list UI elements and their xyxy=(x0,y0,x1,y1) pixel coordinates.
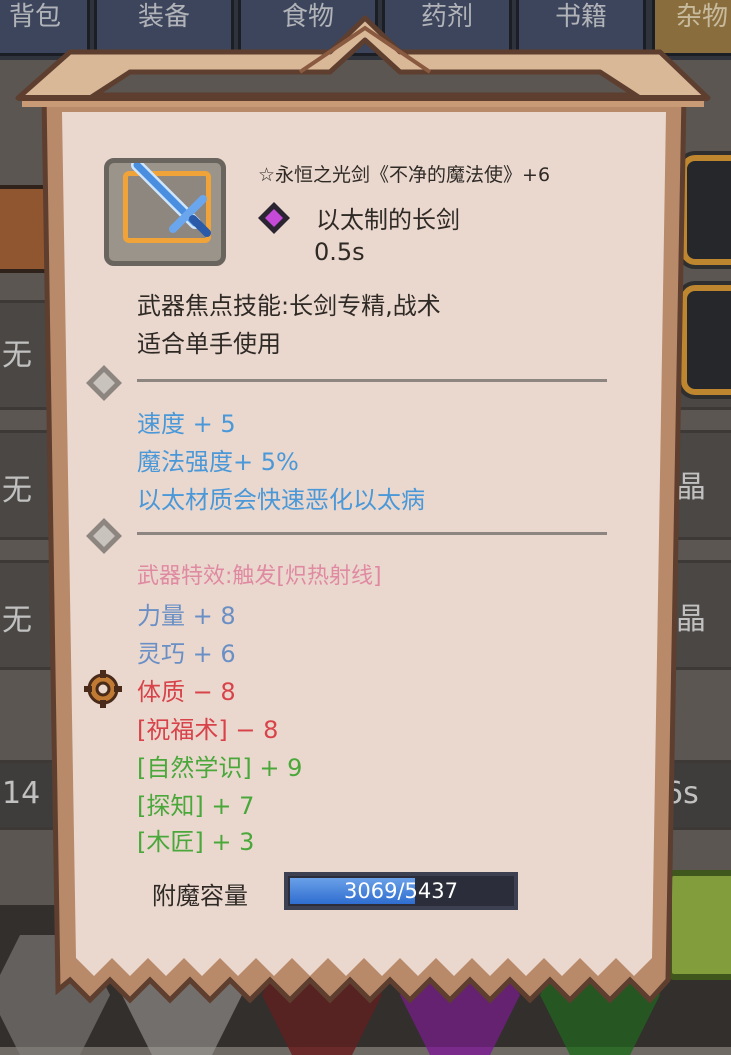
attribute-line: 灵巧 + 6 xyxy=(137,640,236,668)
enchant-capacity-value: 3069/5437 xyxy=(344,879,458,903)
stat-line: 魔法强度+ 5% xyxy=(137,448,299,476)
gear-icon xyxy=(84,670,122,708)
diamond-icon xyxy=(86,365,122,401)
skill-bonus: [探知] + 7 xyxy=(137,792,255,820)
skill-bonus: [木匠] + 3 xyxy=(137,828,255,856)
section-divider xyxy=(137,379,607,382)
item-tooltip: ☆永恒之光剑《不净的魔法使》+6 以太制的长剑 0.5s 武器焦点技能:长剑专精… xyxy=(0,0,731,1047)
sword-icon xyxy=(131,163,211,237)
gem-icon xyxy=(258,202,290,234)
item-icon-frame xyxy=(104,158,226,266)
skill-bonus: [自然学识] + 9 xyxy=(137,754,303,782)
weapon-focus-skill: 武器焦点技能:长剑专精,战术 xyxy=(137,292,441,320)
handedness: 适合单手使用 xyxy=(137,330,281,358)
item-type: 以太制的长剑 xyxy=(316,206,460,234)
item-name: ☆永恒之光剑《不净的魔法使》+6 xyxy=(258,164,551,186)
enchant-capacity-label: 附魔容量 xyxy=(152,882,248,910)
enchant-capacity-bar: 3069/5437 xyxy=(284,872,518,910)
weapon-effect: 武器特效:触发[炽热射线] xyxy=(137,564,382,589)
stat-line: 速度 + 5 xyxy=(137,410,236,438)
attribute-line: 力量 + 8 xyxy=(137,602,236,630)
section-divider xyxy=(137,532,607,535)
attack-speed: 0.5s xyxy=(314,238,365,266)
negative-attribute: [祝福术] − 8 xyxy=(137,716,279,744)
diamond-icon xyxy=(86,518,122,554)
stat-line: 以太材质会快速恶化以太病 xyxy=(137,486,425,514)
negative-attribute: 体质 − 8 xyxy=(137,678,236,706)
